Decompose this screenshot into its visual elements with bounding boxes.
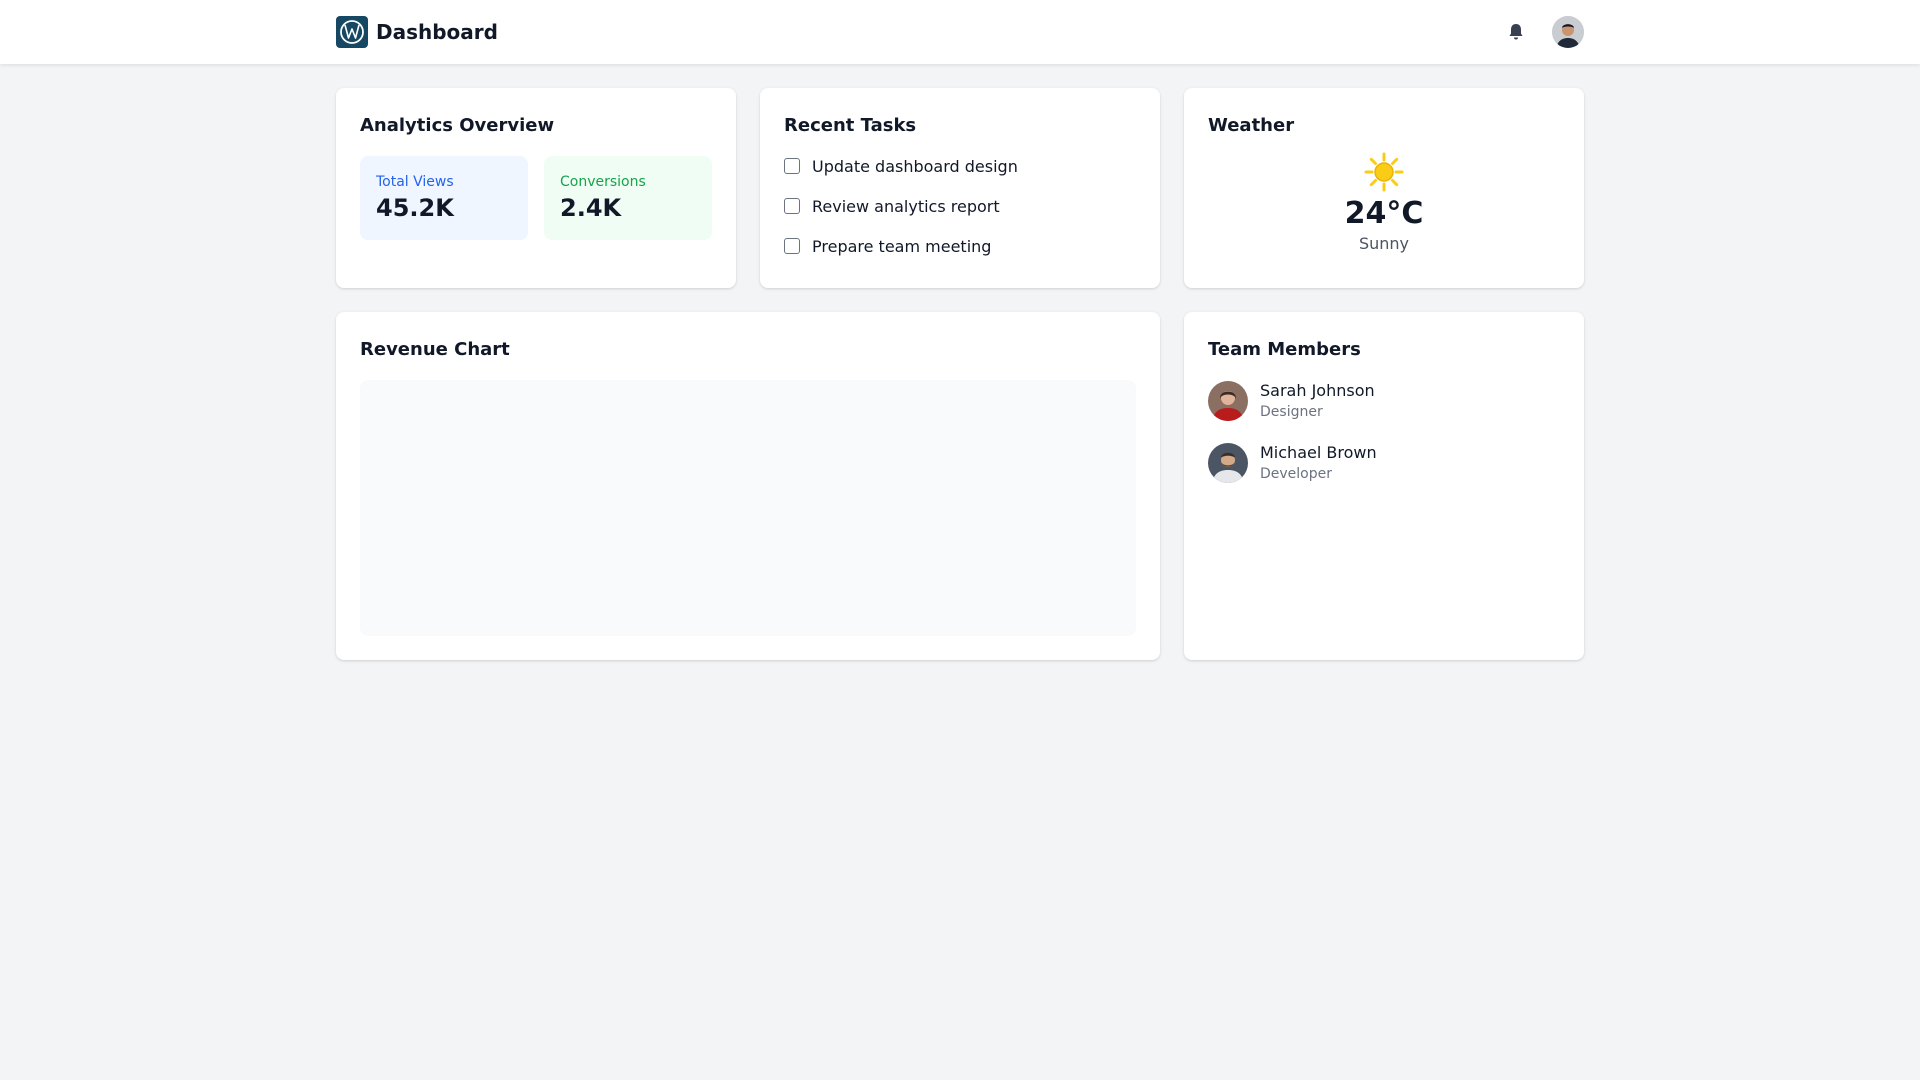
revenue-chart-area	[360, 380, 1136, 636]
task-label: Review analytics report	[812, 196, 1000, 216]
weather-body: 24°C Sunny	[1208, 152, 1560, 256]
task-checkbox[interactable]	[784, 158, 800, 174]
stat-label: Conversions	[560, 174, 646, 190]
brand[interactable]: Dashboard	[336, 16, 498, 48]
task-list: Update dashboard design Review analytics…	[784, 152, 1136, 260]
weather-condition: Sunny	[1358, 234, 1410, 253]
task-item: Review analytics report	[784, 192, 1136, 220]
task-label: Prepare team meeting	[812, 236, 992, 256]
task-checkbox[interactable]	[784, 198, 800, 214]
stat-value: 2.4K	[560, 194, 622, 222]
bell-icon[interactable]	[1504, 20, 1528, 44]
recent-tasks-card: Recent Tasks Update dashboard design Rev…	[760, 88, 1160, 288]
team-members-title: Team Members	[1208, 339, 1361, 360]
member-name: Michael Brown	[1260, 443, 1377, 462]
member-avatar	[1208, 381, 1248, 421]
team-member[interactable]: Sarah Johnson Designer	[1208, 380, 1560, 422]
top-navigation-inner: Dashboard	[336, 0, 1584, 64]
recent-tasks-title: Recent Tasks	[784, 115, 917, 136]
member-name: Sarah Johnson	[1260, 381, 1375, 400]
task-item: Update dashboard design	[784, 152, 1136, 180]
task-label: Update dashboard design	[812, 156, 1018, 176]
top-navigation-bar: Dashboard	[0, 0, 1920, 64]
analytics-overview-card: Analytics Overview Total Views 45.2K Con…	[336, 88, 736, 288]
member-avatar	[1208, 443, 1248, 483]
revenue-chart-card: Revenue Chart	[336, 312, 1160, 660]
stat-value: 45.2K	[376, 194, 454, 222]
analytics-overview-title: Analytics Overview	[360, 115, 555, 136]
member-role: Designer	[1260, 404, 1323, 420]
sun-icon	[1364, 152, 1404, 192]
task-checkbox[interactable]	[784, 238, 800, 254]
app-title: Dashboard	[376, 20, 498, 44]
stat-conversions: Conversions 2.4K	[544, 156, 712, 240]
vw-logo-icon	[336, 16, 368, 48]
member-info: Michael Brown Developer	[1260, 442, 1377, 484]
team-members-card: Team Members Sarah Johnson Designer Mich…	[1184, 312, 1584, 660]
weather-title: Weather	[1208, 115, 1295, 136]
member-role: Developer	[1260, 466, 1333, 482]
member-info: Sarah Johnson Designer	[1260, 380, 1375, 422]
weather-card: Weather 24°C Sunny	[1184, 88, 1584, 288]
header-actions	[1504, 16, 1584, 48]
stat-label: Total Views	[376, 174, 454, 190]
team-member-list: Sarah Johnson Designer Michael Brown Dev…	[1208, 380, 1560, 484]
revenue-chart-title: Revenue Chart	[360, 339, 510, 360]
temperature: 24°C	[1344, 196, 1424, 231]
team-member[interactable]: Michael Brown Developer	[1208, 442, 1560, 484]
user-avatar[interactable]	[1552, 16, 1584, 48]
analytics-stats: Total Views 45.2K Conversions 2.4K	[360, 156, 712, 240]
task-item: Prepare team meeting	[784, 232, 1136, 260]
stat-total-views: Total Views 45.2K	[360, 156, 528, 240]
